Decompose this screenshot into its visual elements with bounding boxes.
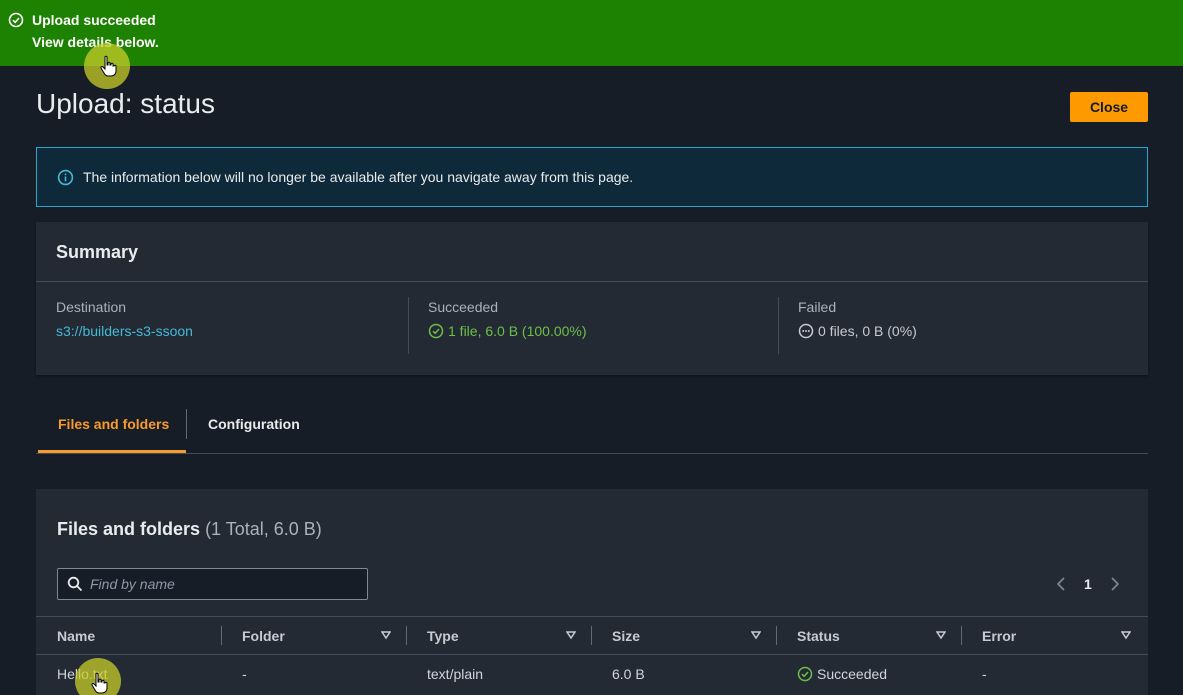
column-divider[interactable] (591, 626, 592, 645)
info-alert-text: The information below will no longer be … (83, 169, 634, 185)
info-alert: The information below will no longer be … (36, 147, 1148, 207)
close-button[interactable]: Close (1070, 92, 1148, 122)
succeeded-value-wrap: 1 file, 6.0 B (100.00%) (428, 323, 587, 339)
sort-caret-icon[interactable] (936, 630, 946, 640)
flash-title: Upload succeeded (32, 12, 156, 28)
success-check-icon (428, 323, 444, 339)
tab-divider (186, 409, 187, 439)
destination-link[interactable]: s3://builders-s3-ssoon (56, 323, 193, 339)
cell-type: text/plain (427, 666, 484, 682)
status-text: Succeeded (817, 666, 888, 682)
cell-folder: - (242, 666, 247, 682)
tab-configuration[interactable]: Configuration (208, 416, 300, 432)
destination-label: Destination (56, 299, 127, 315)
cell-error: - (982, 666, 987, 682)
cell-size: 6.0 B (612, 666, 645, 682)
column-divider (778, 297, 779, 354)
column-header-error[interactable]: Error (982, 628, 1016, 644)
cell-status: Succeeded (797, 666, 887, 682)
column-divider[interactable] (776, 626, 777, 645)
info-icon (57, 169, 74, 186)
column-divider[interactable] (961, 626, 962, 645)
column-divider[interactable] (221, 626, 222, 645)
search-input[interactable] (90, 569, 360, 599)
column-header-folder[interactable]: Folder (242, 628, 285, 644)
table-header: Name Folder Type Size Status Error (36, 616, 1148, 655)
failed-value-wrap: 0 files, 0 B (0%) (798, 323, 917, 339)
sort-caret-icon[interactable] (381, 630, 391, 640)
chevron-left-icon[interactable] (1056, 577, 1066, 591)
sort-caret-icon[interactable] (1121, 630, 1131, 640)
hand-cursor-icon (91, 672, 108, 694)
page-title: Upload: status (36, 88, 215, 119)
pending-dots-icon (798, 323, 814, 339)
search-box (57, 568, 368, 600)
page-number[interactable]: 1 (1084, 576, 1092, 592)
summary-header: Summary (36, 222, 1148, 282)
files-table-panel: Files and folders (1 Total, 6.0 B) 1 Nam… (36, 489, 1148, 695)
succeeded-label: Succeeded (428, 299, 499, 315)
column-header-status[interactable]: Status (797, 628, 840, 644)
search-icon (67, 576, 83, 592)
summary-heading: Summary (56, 242, 139, 262)
sort-caret-icon[interactable] (751, 630, 761, 640)
summary-panel: Summary Destination s3://builders-s3-sso… (36, 222, 1148, 375)
files-heading: Files and folders (1 Total, 6.0 B) (57, 519, 322, 540)
succeeded-value: 1 file, 6.0 B (100.00%) (448, 323, 587, 339)
files-count: (1 Total, 6.0 B) (205, 519, 322, 539)
flash-banner: Upload succeeded View details below. (0, 0, 1183, 66)
pagination: 1 (1056, 575, 1120, 593)
column-header-type[interactable]: Type (427, 628, 459, 644)
table-row: Hello.txt - text/plain 6.0 B Succeeded - (36, 655, 1148, 695)
failed-value: 0 files, 0 B (0%) (818, 323, 917, 339)
column-divider (408, 297, 409, 354)
active-tab-indicator (38, 450, 186, 453)
success-check-icon (797, 666, 813, 682)
column-header-size[interactable]: Size (612, 628, 640, 644)
column-divider[interactable] (406, 626, 407, 645)
success-check-icon (8, 12, 24, 28)
tab-bar: Files and folders Configuration (36, 400, 1148, 454)
tab-files-and-folders[interactable]: Files and folders (58, 416, 169, 432)
chevron-right-icon[interactable] (1110, 577, 1120, 591)
hand-cursor-icon (100, 55, 117, 77)
column-header-name[interactable]: Name (57, 628, 95, 644)
files-title: Files and folders (57, 519, 201, 539)
failed-label: Failed (798, 299, 837, 315)
sort-caret-icon[interactable] (566, 630, 576, 640)
